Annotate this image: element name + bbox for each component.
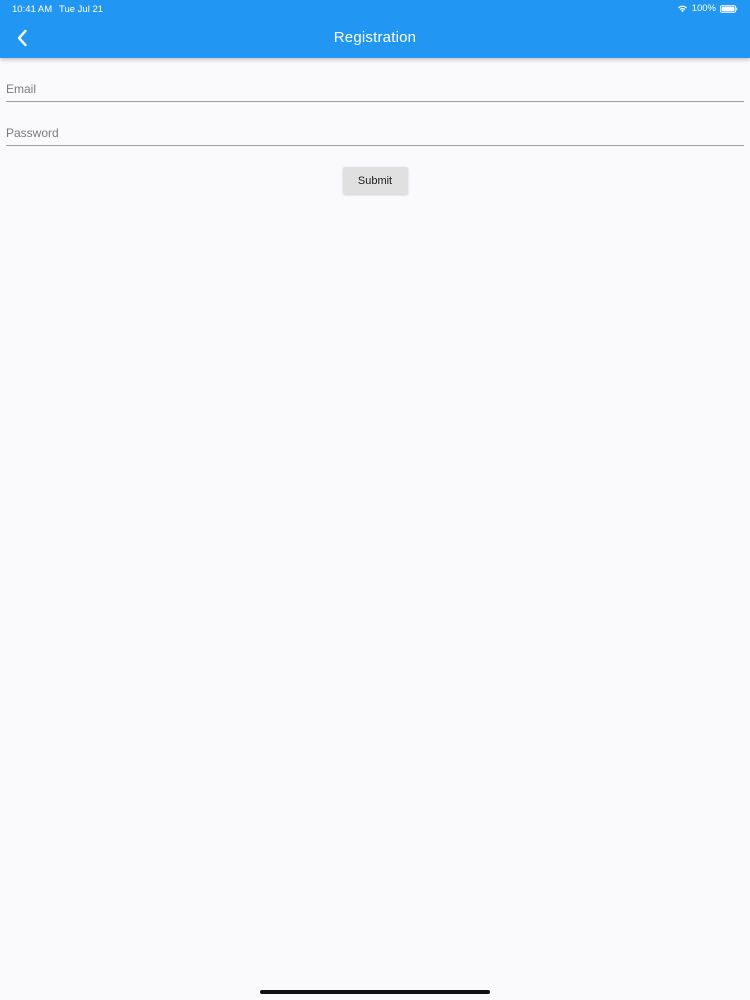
toolbar: Registration	[0, 18, 750, 58]
password-field-container	[6, 102, 744, 146]
battery-percent: 100%	[691, 3, 716, 14]
status-bar: 10:41 AM Tue Jul 21 100%	[0, 0, 750, 18]
status-indicators: 100%	[677, 3, 738, 14]
password-field[interactable]	[6, 102, 744, 145]
app-bar: 10:41 AM Tue Jul 21 100% Registration	[0, 0, 750, 58]
page-title: Registration	[333, 29, 417, 46]
email-field-container	[6, 58, 744, 102]
email-field[interactable]	[6, 58, 744, 101]
submit-container: Submit	[0, 167, 750, 194]
submit-button[interactable]: Submit	[342, 167, 408, 194]
home-indicator[interactable]	[260, 990, 490, 994]
registration-form	[6, 58, 744, 146]
status-time: 10:41 AM	[12, 4, 53, 15]
battery-icon	[720, 4, 738, 13]
wifi-icon	[677, 5, 687, 13]
status-date: Tue Jul 21	[59, 4, 104, 15]
registration-screen: 10:41 AM Tue Jul 21 100% Registration Em…	[0, 0, 750, 1000]
